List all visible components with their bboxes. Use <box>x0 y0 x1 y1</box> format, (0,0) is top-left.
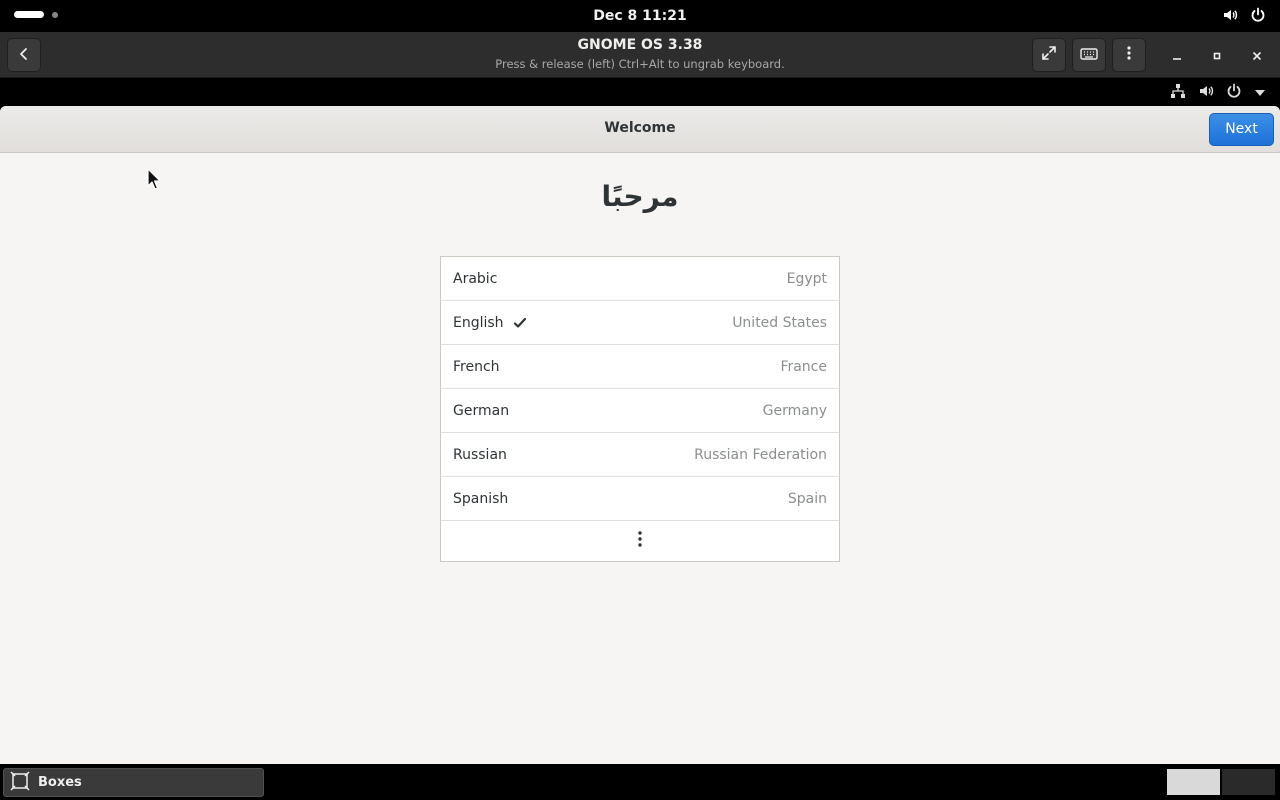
clock[interactable]: Dec 8 11:21 <box>0 0 1280 32</box>
language-name: English <box>453 315 504 331</box>
fullscreen-button[interactable] <box>1032 38 1066 72</box>
language-name: Spanish <box>453 491 509 507</box>
minimize-icon <box>1172 46 1182 65</box>
language-row-arabic[interactable]: Arabic Egypt <box>441 257 839 301</box>
taskbar: Boxes <box>0 764 1280 800</box>
language-row-spanish[interactable]: Spanish Spain <box>441 477 839 521</box>
guest-top-panel <box>0 78 1280 106</box>
more-vertical-icon <box>637 530 643 552</box>
welcome-window: Welcome Next مرحبًا Arabic Egypt English… <box>0 106 1280 764</box>
keyboard-button[interactable] <box>1072 38 1106 72</box>
taskbar-item-boxes[interactable]: Boxes <box>3 768 264 797</box>
system-tray[interactable] <box>1222 7 1266 27</box>
boxes-headerbar: GNOME OS 3.38 Press & release (left) Ctr… <box>0 32 1280 78</box>
language-region: United States <box>732 315 827 331</box>
taskbar-item-label: Boxes <box>38 775 82 790</box>
mouse-cursor-icon <box>147 168 161 194</box>
volume-icon[interactable] <box>1222 7 1238 27</box>
language-name: German <box>453 403 510 419</box>
welcome-title: Welcome <box>604 120 676 136</box>
guest-system-tray[interactable] <box>1170 83 1266 103</box>
workspace-thumbnail-1[interactable] <box>1167 769 1220 795</box>
more-languages-button[interactable] <box>441 521 839 561</box>
top-bar: Dec 8 11:21 <box>0 0 1280 32</box>
close-icon <box>1252 46 1262 65</box>
language-name: Arabic <box>453 271 498 287</box>
language-region: Egypt <box>786 271 827 287</box>
menu-dots-icon <box>1126 45 1132 65</box>
power-icon[interactable] <box>1250 7 1266 27</box>
language-region: France <box>780 359 827 375</box>
language-region: Russian Federation <box>694 447 827 463</box>
maximize-button[interactable] <box>1202 40 1232 70</box>
close-button[interactable] <box>1242 40 1272 70</box>
maximize-icon <box>1212 46 1222 65</box>
language-row-russian[interactable]: Russian Russian Federation <box>441 433 839 477</box>
language-name: French <box>453 359 500 375</box>
fullscreen-icon <box>1041 45 1057 65</box>
greeting-heading: مرحبًا <box>601 180 679 213</box>
language-region: Germany <box>762 403 827 419</box>
language-row-french[interactable]: French France <box>441 345 839 389</box>
workspace-thumbnail-2[interactable] <box>1222 769 1275 795</box>
language-row-german[interactable]: German Germany <box>441 389 839 433</box>
network-icon[interactable] <box>1170 83 1186 103</box>
menu-button[interactable] <box>1112 38 1146 72</box>
dropdown-arrow-icon[interactable] <box>1254 84 1266 103</box>
power-icon[interactable] <box>1226 83 1242 103</box>
keyboard-icon <box>1080 46 1098 65</box>
next-button[interactable]: Next <box>1209 113 1274 146</box>
language-name: Russian <box>453 447 507 463</box>
boxes-icon <box>10 770 30 795</box>
language-row-english[interactable]: English United States <box>441 301 839 345</box>
checkmark-icon <box>513 315 527 334</box>
volume-icon[interactable] <box>1198 83 1214 103</box>
minimize-button[interactable] <box>1162 40 1192 70</box>
welcome-headerbar: Welcome Next <box>0 106 1280 153</box>
language-region: Spain <box>787 491 827 507</box>
language-list: Arabic Egypt English United States Frenc… <box>440 256 840 562</box>
